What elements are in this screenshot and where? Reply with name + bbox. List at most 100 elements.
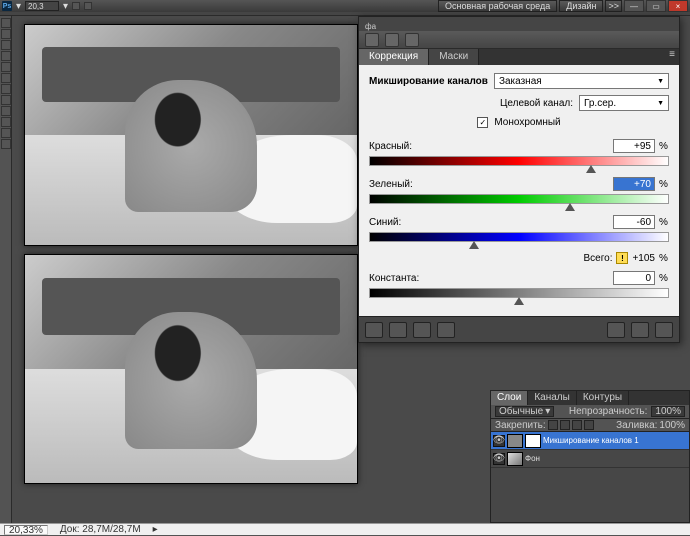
layer-name: Микширование каналов 1 [543, 436, 639, 445]
fill-input[interactable]: 100% [659, 420, 685, 431]
panel-menu-icon[interactable]: ≡ [665, 49, 679, 65]
green-input[interactable] [613, 177, 655, 191]
red-input[interactable] [613, 139, 655, 153]
status-docinfo: Док: 28,7М/28,7М [60, 524, 141, 535]
view-tool-indicator[interactable] [84, 2, 92, 10]
preset-row: Микширование каналов Заказная ▼ [369, 73, 669, 89]
percent-label: % [659, 217, 669, 228]
preset-icon-2[interactable] [385, 33, 399, 47]
hand-tool-indicator[interactable] [72, 2, 80, 10]
wand-tool[interactable] [1, 51, 11, 61]
visibility-icon[interactable]: 👁 [493, 453, 505, 465]
green-slider-group: Зеленый: % [369, 176, 669, 204]
status-zoom[interactable]: 20,33% [4, 525, 48, 535]
layer-row[interactable]: 👁 Фон [491, 450, 689, 468]
status-caret-icon[interactable]: ▸ [153, 524, 158, 535]
warning-icon: ! [616, 252, 628, 264]
footer-expand-icon[interactable] [389, 322, 407, 338]
constant-slider-group: Константа: % [369, 270, 669, 298]
preset-value: Заказная [499, 76, 542, 87]
zoom-dropdown-caret[interactable]: ▾ [63, 1, 68, 12]
panel-body: Микширование каналов Заказная ▼ Целевой … [359, 65, 679, 316]
total-value: +105 [632, 253, 655, 264]
topbar-right: Основная рабочая среда Дизайн >> — ▭ × [438, 0, 688, 12]
workspace-design-button[interactable]: Дизайн [559, 0, 603, 12]
red-slider-track[interactable] [369, 156, 669, 166]
opacity-input[interactable]: 100% [651, 406, 685, 417]
tab-masks[interactable]: Маски [429, 49, 479, 65]
red-slider-group: Красный: % [369, 138, 669, 166]
constant-slider-track[interactable] [369, 288, 669, 298]
maximize-button[interactable]: ▭ [646, 0, 666, 12]
visibility-icon[interactable]: 👁 [493, 435, 505, 447]
blue-slider-thumb[interactable] [469, 241, 479, 249]
panel-footer [359, 316, 679, 342]
footer-trash-icon[interactable] [655, 322, 673, 338]
text-tool[interactable] [1, 128, 11, 138]
tab-correction[interactable]: Коррекция [359, 49, 429, 65]
lock-transparent-icon[interactable] [548, 420, 558, 430]
footer-clip-icon[interactable] [413, 322, 431, 338]
lock-pixels-icon[interactable] [560, 420, 570, 430]
panel-titlebar[interactable]: фа [359, 17, 679, 31]
tab-paths[interactable]: Контуры [577, 391, 629, 405]
preset-dropdown[interactable]: Заказная ▼ [494, 73, 669, 89]
close-button[interactable]: × [668, 0, 688, 12]
constant-slider-thumb[interactable] [514, 297, 524, 305]
blue-input[interactable] [613, 215, 655, 229]
layer-name: Фон [525, 454, 540, 463]
preset-icon-3[interactable] [405, 33, 419, 47]
monochrome-label: Монохромный [494, 117, 560, 128]
eyedropper-tool[interactable] [1, 73, 11, 83]
document-photo-before[interactable] [24, 24, 358, 246]
panel-title: Микширование каналов [369, 76, 488, 87]
footer-reset-icon[interactable] [631, 322, 649, 338]
marquee-tool[interactable] [1, 29, 11, 39]
monochrome-checkbox[interactable]: ✓ [477, 117, 488, 128]
blue-slider-track[interactable] [369, 232, 669, 242]
opacity-label: Непрозрачность: [569, 406, 648, 417]
tab-channels[interactable]: Каналы [528, 391, 577, 405]
tab-layers[interactable]: Слои [491, 391, 528, 405]
total-row: Всего: ! +105 % [369, 252, 669, 264]
zoom-input[interactable] [25, 1, 59, 11]
preset-icon-1[interactable] [365, 33, 379, 47]
caret-icon: ▼ [657, 78, 664, 85]
move-tool[interactable] [1, 18, 11, 28]
percent-label: % [659, 273, 669, 284]
app-icon: Ps [2, 1, 12, 11]
lasso-tool[interactable] [1, 40, 11, 50]
blend-mode-dropdown[interactable]: Обычные▾ [495, 406, 554, 417]
mono-row: ✓ Монохромный [369, 117, 669, 128]
layers-tabs: Слои Каналы Контуры [491, 391, 689, 405]
output-dropdown[interactable]: Гр.сер. ▼ [579, 95, 669, 111]
document-photo-after[interactable] [24, 254, 358, 484]
footer-back-icon[interactable] [365, 322, 383, 338]
constant-input[interactable] [613, 271, 655, 285]
stamp-tool[interactable] [1, 95, 11, 105]
panel-tabs: Коррекция Маски ≡ [359, 49, 679, 65]
green-slider-thumb[interactable] [565, 203, 575, 211]
mask-thumb [525, 434, 541, 448]
workspace-main-button[interactable]: Основная рабочая среда [438, 0, 557, 12]
red-slider-thumb[interactable] [586, 165, 596, 173]
workspace-chevrons[interactable]: >> [605, 0, 622, 12]
green-slider-track[interactable] [369, 194, 669, 204]
eraser-tool[interactable] [1, 106, 11, 116]
crop-tool[interactable] [1, 62, 11, 72]
shape-tool[interactable] [1, 139, 11, 149]
adjustment-icon-row [359, 31, 679, 49]
minimize-button[interactable]: — [624, 0, 644, 12]
lock-position-icon[interactable] [572, 420, 582, 430]
total-label: Всего: [583, 253, 612, 264]
layer-row[interactable]: 👁 Микширование каналов 1 [491, 432, 689, 450]
footer-prev-icon[interactable] [607, 322, 625, 338]
blue-label: Синий: [369, 217, 401, 228]
brush-tool[interactable] [1, 84, 11, 94]
lock-all-icon[interactable] [584, 420, 594, 430]
footer-eye-icon[interactable] [437, 322, 455, 338]
output-value: Гр.сер. [584, 98, 616, 109]
panel-header-label: фа [359, 22, 382, 31]
fill-label: Заливка: [616, 420, 657, 431]
gradient-tool[interactable] [1, 117, 11, 127]
